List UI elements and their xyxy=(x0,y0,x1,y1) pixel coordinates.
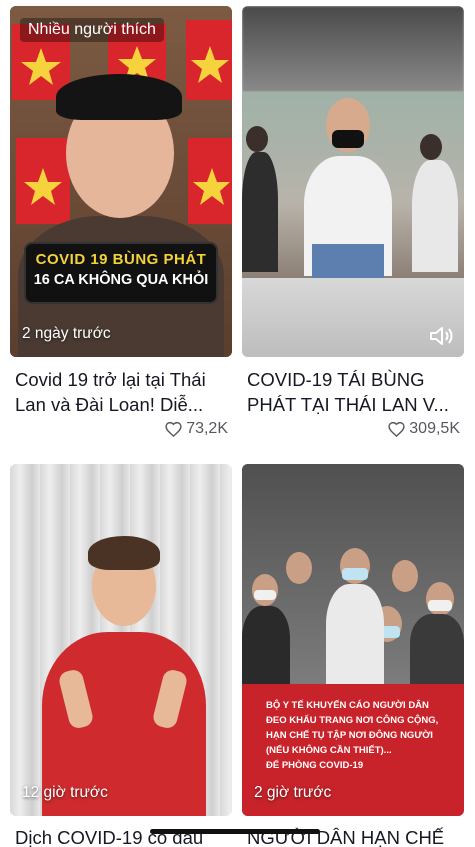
video-caption[interactable]: Covid 19 trở lại tại Thái Lan và Đài Loa… xyxy=(15,367,230,417)
mask-icon xyxy=(428,600,452,611)
overlay-line: HẠN CHẾ TỤ TẬP NƠI ĐÔNG NGƯỜI xyxy=(266,730,433,741)
mask-icon xyxy=(332,130,364,148)
popular-badge: Nhiều người thích xyxy=(20,18,164,42)
overlay-line: (NẾU KHÔNG CẦN THIẾT)... xyxy=(266,745,392,756)
like-count-value: 73,2K xyxy=(186,420,228,437)
person-figure xyxy=(412,160,458,272)
post-time: 12 giờ trước xyxy=(22,784,108,801)
video-thumbnail[interactable] xyxy=(242,6,464,357)
like-count: 73,2K xyxy=(165,420,228,438)
video-card[interactable]: 12 giờ trước Dịch COVID-19 có dấu xyxy=(10,464,232,847)
person-figure xyxy=(326,584,384,684)
overlay-headline: COVID 19 BÙNG PHÁT xyxy=(35,251,207,268)
video-card[interactable]: BỘ Y TẾ KHUYẾN CÁO NGƯỜI DÂN ĐEO KHẨU TR… xyxy=(242,464,464,847)
person-figure xyxy=(286,552,312,584)
video-card[interactable]: COVID 19 BÙNG PHÁT 16 CA KHÔNG QUA KHỎI … xyxy=(10,6,232,446)
flag-decoration xyxy=(16,138,70,224)
person-figure xyxy=(242,152,278,272)
like-count: 309,5K xyxy=(388,420,460,438)
video-grid: COVID 19 BÙNG PHÁT 16 CA KHÔNG QUA KHỎI … xyxy=(0,0,475,847)
home-indicator[interactable] xyxy=(150,829,320,834)
person-figure xyxy=(420,134,442,160)
flag-decoration xyxy=(186,20,232,100)
like-count-value: 309,5K xyxy=(409,420,460,437)
overlay-subline: 16 CA KHÔNG QUA KHỎI xyxy=(33,272,209,288)
video-thumbnail[interactable]: 12 giờ trước xyxy=(10,464,232,816)
post-time: 2 giờ trước xyxy=(254,784,332,801)
mask-icon xyxy=(342,568,368,580)
hair xyxy=(88,536,160,570)
person-figure xyxy=(246,126,268,152)
mask-icon xyxy=(254,590,276,600)
cap-icon xyxy=(56,74,182,120)
overlay-line: ĐEO KHẨU TRANG NƠI CÔNG CỘNG, xyxy=(266,715,439,726)
video-card[interactable]: COVID-19 TÁI BÙNG PHÁT TẠI THÁI LAN V...… xyxy=(242,6,464,446)
heart-icon xyxy=(165,421,182,437)
person-figure xyxy=(242,606,290,686)
heart-icon xyxy=(388,421,405,437)
post-time: 2 ngày trước xyxy=(22,325,111,342)
video-overlay-banner: COVID 19 BÙNG PHÁT 16 CA KHÔNG QUA KHỎI xyxy=(24,242,218,304)
overlay-line: BỘ Y TẾ KHUYẾN CÁO NGƯỜI DÂN xyxy=(266,700,429,711)
overlay-line: ĐỂ PHÒNG COVID-19 xyxy=(266,760,364,771)
video-thumbnail[interactable]: COVID 19 BÙNG PHÁT 16 CA KHÔNG QUA KHỎI … xyxy=(10,6,232,357)
video-caption[interactable]: COVID-19 TÁI BÙNG PHÁT TẠI THÁI LAN V... xyxy=(247,367,462,417)
person-figure xyxy=(410,614,464,686)
person-figure xyxy=(392,560,418,592)
flag-decoration xyxy=(188,138,232,224)
speaker-icon[interactable] xyxy=(428,325,454,347)
video-thumbnail[interactable]: BỘ Y TẾ KHUYẾN CÁO NGƯỜI DÂN ĐEO KHẨU TR… xyxy=(242,464,464,816)
